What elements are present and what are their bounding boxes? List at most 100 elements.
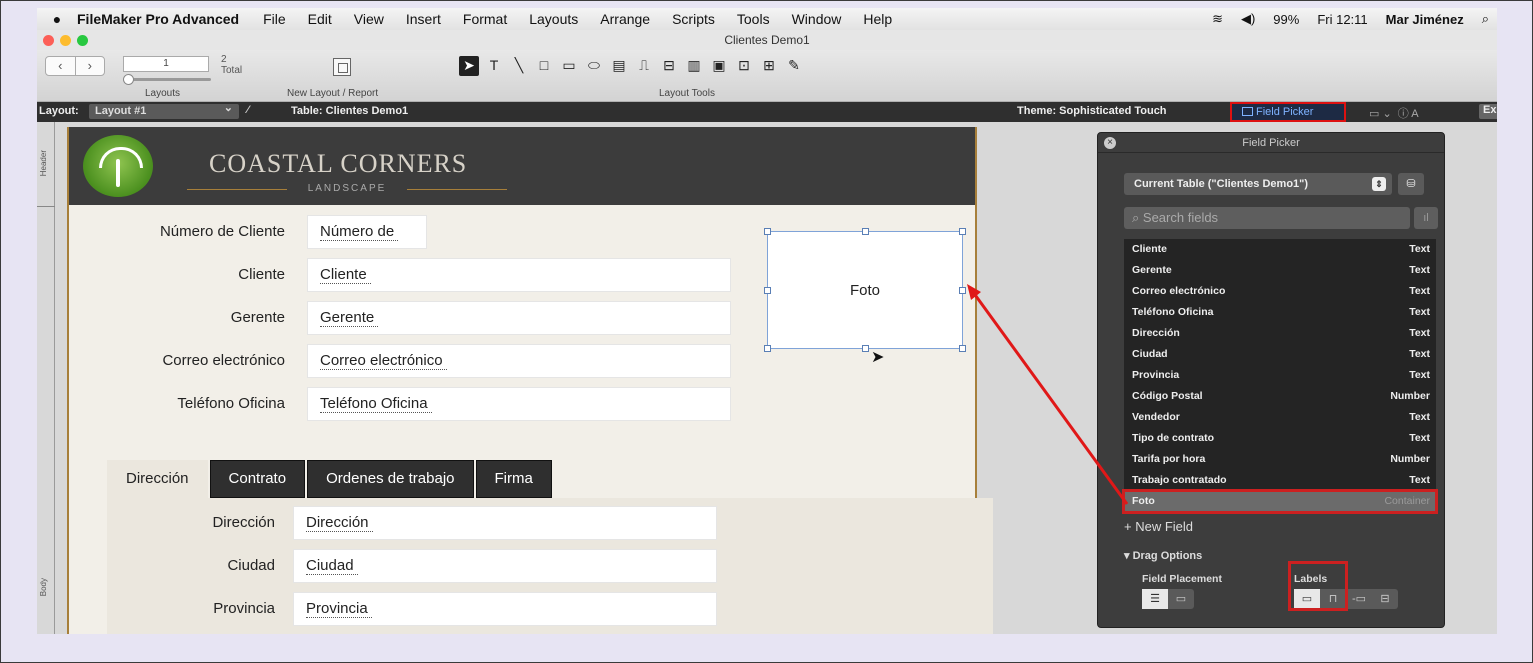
menu-edit[interactable]: Edit xyxy=(308,11,332,27)
web-viewer-tool-icon[interactable]: ▣ xyxy=(709,56,729,76)
field-list-item[interactable]: Tipo de contrato Text xyxy=(1124,428,1436,449)
field-list-item[interactable]: Provincia Text xyxy=(1124,365,1436,386)
field-list-item[interactable]: Tarifa por hora Number xyxy=(1124,449,1436,470)
portal-tool-icon[interactable]: ⊞ xyxy=(759,56,779,76)
menu-help[interactable]: Help xyxy=(863,11,892,27)
rectangle-tool-icon[interactable]: □ xyxy=(534,56,554,76)
resize-handle[interactable] xyxy=(764,345,771,352)
slider-thumb[interactable] xyxy=(123,74,134,85)
layout-select[interactable]: Layout #1 xyxy=(89,101,239,119)
format-painter-icon[interactable]: ✎ xyxy=(784,56,804,76)
inspector-icons[interactable]: ▭ ⌄ ⓘ A xyxy=(1369,105,1419,121)
field-list-item[interactable]: Correo electrónico Text xyxy=(1124,281,1436,302)
chart-tool-icon[interactable]: ▥ xyxy=(684,56,704,76)
menu-tools[interactable]: Tools xyxy=(737,11,770,27)
field-label[interactable]: Dirección xyxy=(107,514,275,531)
apple-icon[interactable]: ● xyxy=(37,11,77,27)
menu-file[interactable]: File xyxy=(263,11,286,27)
menu-app-name[interactable]: FileMaker Pro Advanced xyxy=(77,11,239,27)
battery-percent[interactable]: 99% xyxy=(1273,12,1299,27)
field-list-item[interactable]: Trabajo contratado Text xyxy=(1124,470,1436,491)
label-left-icon[interactable]: -▭ xyxy=(1346,589,1372,609)
close-window-button[interactable] xyxy=(43,35,54,46)
field-label[interactable]: Teléfono Oficina xyxy=(69,395,285,412)
record-number-input[interactable]: 1 xyxy=(123,56,209,72)
field-label[interactable]: Ciudad xyxy=(107,557,275,574)
menu-format[interactable]: Format xyxy=(463,11,507,27)
ciudad-field[interactable]: Ciudad xyxy=(293,549,717,583)
field-list-item[interactable]: Ciudad Text xyxy=(1124,344,1436,365)
field-tool-icon[interactable]: ▤ xyxy=(609,56,629,76)
resize-handle[interactable] xyxy=(764,228,771,235)
numero-cliente-field[interactable]: Número de xyxy=(307,215,427,249)
field-list-item[interactable]: Código Postal Number xyxy=(1124,386,1436,407)
rounded-rectangle-tool-icon[interactable]: ▭ xyxy=(559,56,579,76)
cliente-field[interactable]: Cliente xyxy=(307,258,731,292)
field-picker-button[interactable]: Field Picker xyxy=(1230,102,1346,122)
search-fields-input[interactable]: ⌕ Search fields xyxy=(1124,207,1410,229)
table-select[interactable]: Current Table ("Clientes Demo1") ⇕ xyxy=(1124,173,1392,195)
clock[interactable]: Fri 12:11 xyxy=(1317,12,1367,27)
resize-handle[interactable] xyxy=(862,345,869,352)
gerente-field[interactable]: Gerente xyxy=(307,301,731,335)
drag-options-toggle[interactable]: ▾ Drag Options xyxy=(1124,549,1202,562)
telefono-field[interactable]: Teléfono Oficina xyxy=(307,387,731,421)
close-icon[interactable]: × xyxy=(1104,137,1116,149)
previous-record-button[interactable]: ‹ xyxy=(46,57,76,75)
tab-contrato[interactable]: Contrato xyxy=(209,460,306,498)
resize-handle[interactable] xyxy=(959,345,966,352)
field-list-item[interactable]: Gerente Text xyxy=(1124,260,1436,281)
minimize-window-button[interactable] xyxy=(60,35,71,46)
tab-direccion[interactable]: Dirección xyxy=(107,460,208,498)
menu-insert[interactable]: Insert xyxy=(406,11,441,27)
oval-tool-icon[interactable]: ⬭ xyxy=(584,56,604,76)
resize-handle[interactable] xyxy=(764,287,771,294)
new-field-button[interactable]: + New Field xyxy=(1124,519,1193,534)
volume-icon[interactable]: ◀) xyxy=(1241,11,1255,27)
field-list-item[interactable]: Teléfono Oficina Text xyxy=(1124,302,1436,323)
popover-tool-icon[interactable]: ⊡ xyxy=(734,56,754,76)
field-list-item[interactable]: Cliente Text xyxy=(1124,239,1436,260)
edit-layout-icon[interactable]: ⁄ xyxy=(247,104,249,116)
line-tool-icon[interactable]: ╲ xyxy=(509,56,529,76)
wifi-icon[interactable]: ≋ xyxy=(1212,11,1223,27)
label-inside-icon[interactable]: ⊟ xyxy=(1372,589,1398,609)
menu-window[interactable]: Window xyxy=(792,11,842,27)
field-label[interactable]: Correo electrónico xyxy=(69,352,285,369)
brand-name[interactable]: COASTAL CORNERS xyxy=(209,149,467,179)
foto-container-field[interactable]: Foto xyxy=(764,228,966,352)
provincia-field[interactable]: Provincia xyxy=(293,592,717,626)
spotlight-icon[interactable]: ⌕ xyxy=(1482,11,1489,27)
vertical-placement-icon[interactable]: ☰ xyxy=(1142,589,1168,609)
text-tool-icon[interactable]: T xyxy=(484,56,504,76)
tree-logo-icon[interactable] xyxy=(83,135,153,197)
sort-fields-icon[interactable]: ıl xyxy=(1414,207,1438,229)
tab-ordenes-de-trabajo[interactable]: Ordenes de trabajo xyxy=(307,460,474,498)
user-name[interactable]: Mar Jiménez xyxy=(1386,12,1464,27)
resize-handle[interactable] xyxy=(959,228,966,235)
field-list-item[interactable]: Foto Container xyxy=(1122,489,1438,514)
brand-subtitle[interactable]: LANDSCAPE xyxy=(187,183,507,194)
field-label[interactable]: Gerente xyxy=(69,309,285,326)
tab-firma[interactable]: Firma xyxy=(475,460,552,498)
pointer-tool-icon[interactable]: ➤ xyxy=(459,56,479,76)
direccion-field[interactable]: Dirección xyxy=(293,506,717,540)
menu-arrange[interactable]: Arrange xyxy=(600,11,650,27)
header-part-label[interactable]: Header xyxy=(39,150,48,176)
manage-database-icon[interactable]: ⛁ xyxy=(1398,173,1424,195)
menu-layouts[interactable]: Layouts xyxy=(529,11,578,27)
field-label[interactable]: Provincia xyxy=(107,600,275,617)
resize-handle[interactable] xyxy=(959,287,966,294)
menu-scripts[interactable]: Scripts xyxy=(672,11,715,27)
correo-field[interactable]: Correo electrónico xyxy=(307,344,731,378)
body-part-label[interactable]: Body xyxy=(39,578,48,596)
menu-view[interactable]: View xyxy=(354,11,384,27)
new-layout-icon[interactable] xyxy=(333,58,351,76)
horizontal-placement-icon[interactable]: ▭ xyxy=(1168,589,1194,609)
next-record-button[interactable]: › xyxy=(76,57,105,75)
resize-handle[interactable] xyxy=(862,228,869,235)
zoom-window-button[interactable] xyxy=(77,35,88,46)
part-separator[interactable] xyxy=(37,206,55,207)
exit-layout-button[interactable]: Exi xyxy=(1479,104,1497,119)
field-list-item[interactable]: Vendedor Text xyxy=(1124,407,1436,428)
